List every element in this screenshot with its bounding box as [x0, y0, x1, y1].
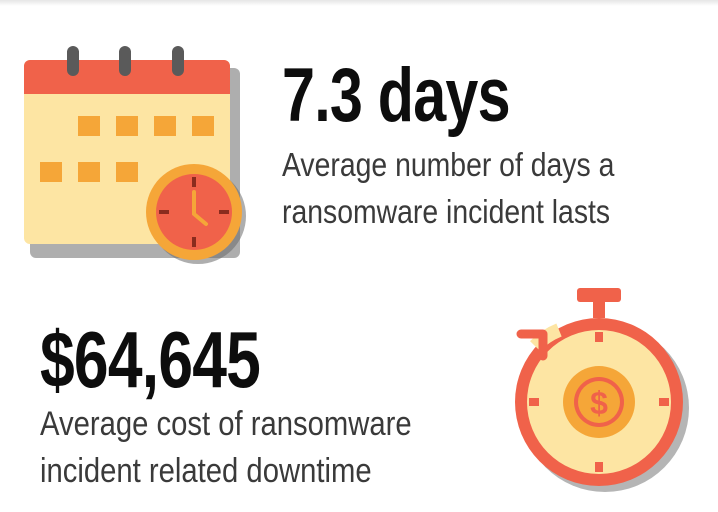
svg-text:$: $ [590, 385, 608, 421]
stat-description-cost-line1: Average cost of ransomware [40, 405, 412, 443]
stat-value-cost: $64,645 [40, 315, 261, 404]
top-divider [0, 0, 718, 6]
stopwatch-dollar-icon: $ [515, 288, 689, 492]
stat-value-days: 7.3 days [282, 53, 511, 138]
stat-description-days-line1: Average number of days a [282, 146, 615, 183]
calendar-clock-icon [24, 46, 246, 264]
stat-description-cost-line2: incident related downtime [40, 452, 372, 490]
stat-description-days-line2: ransomware incident lasts [282, 193, 611, 230]
